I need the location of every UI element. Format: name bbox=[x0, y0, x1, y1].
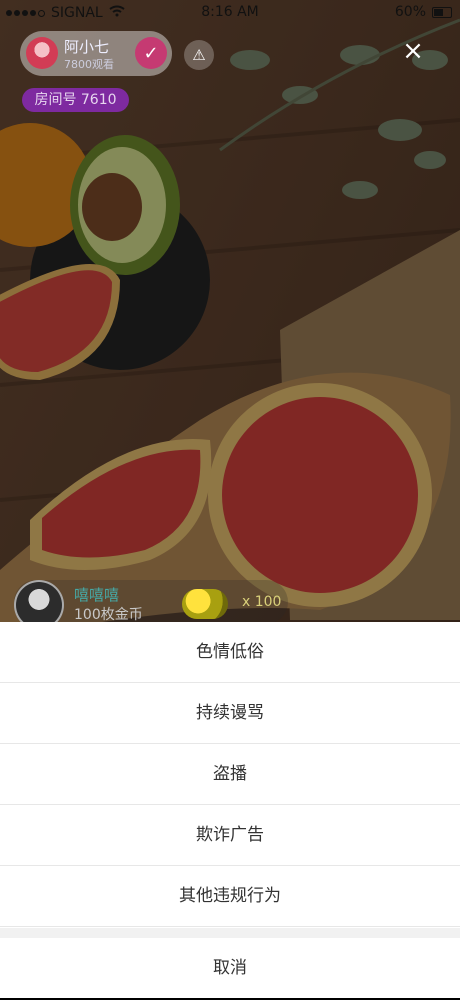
close-button[interactable]: × bbox=[398, 36, 428, 66]
report-action-sheet: 色情低俗 持续谩骂 盗播 欺诈广告 其他违规行为 取消 bbox=[0, 622, 460, 998]
battery-indicator: 60% bbox=[395, 4, 452, 20]
gift-count: x 100 bbox=[242, 594, 282, 610]
report-option-abuse[interactable]: 持续谩骂 bbox=[0, 683, 460, 744]
host-avatar[interactable] bbox=[26, 37, 58, 69]
status-bar: SIGNAL 8:16 AM 60% bbox=[0, 0, 460, 26]
report-option-fraud-ads[interactable]: 欺诈广告 bbox=[0, 805, 460, 866]
warning-icon: ⚠ bbox=[192, 46, 206, 64]
gift-message: 100枚金币 bbox=[74, 607, 143, 623]
coin-icon bbox=[182, 589, 228, 619]
check-icon: ✓ bbox=[143, 42, 159, 64]
status-time: 8:16 AM bbox=[201, 4, 259, 20]
battery-percent: 60% bbox=[394, 4, 426, 20]
sheet-divider bbox=[0, 928, 460, 938]
report-option-other[interactable]: 其他违规行为 bbox=[0, 866, 460, 927]
gift-notification: 嘻嘻嘻 100枚金币 x 100 bbox=[14, 580, 288, 630]
cancel-button[interactable]: 取消 bbox=[0, 938, 460, 998]
room-number-badge: 房间号 7610 bbox=[22, 88, 129, 112]
battery-icon bbox=[432, 6, 452, 18]
gift-sender-name: 嘻嘻嘻 bbox=[74, 586, 120, 604]
host-info-pill[interactable]: 阿小七 7800观看 ✓ bbox=[20, 31, 172, 76]
follow-button[interactable]: ✓ bbox=[135, 37, 167, 69]
close-icon: × bbox=[402, 36, 424, 66]
report-option-pornography[interactable]: 色情低俗 bbox=[0, 622, 460, 683]
viewer-count: 7800观看 bbox=[64, 58, 114, 71]
host-name: 阿小七 bbox=[64, 38, 110, 56]
report-button[interactable]: ⚠ bbox=[184, 40, 214, 70]
report-option-piracy[interactable]: 盗播 bbox=[0, 744, 460, 805]
